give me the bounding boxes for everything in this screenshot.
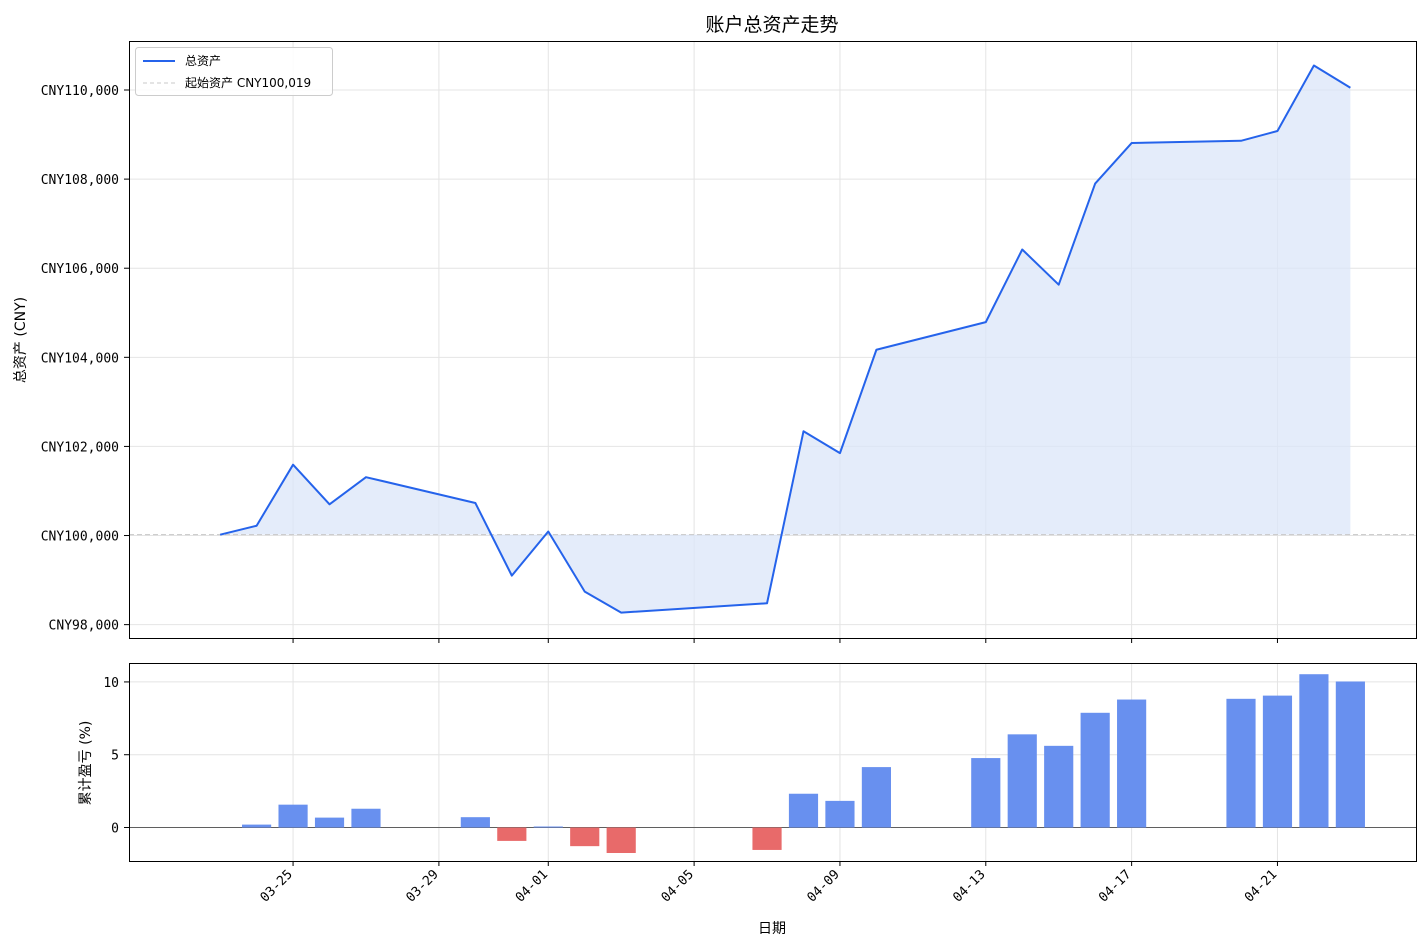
bottom-y-axis-label: 累计盈亏 (%) <box>78 721 94 806</box>
bottom-x-tick-label: 04-01 <box>513 867 551 905</box>
top-y-tick-label: CNY100,000 <box>41 530 119 545</box>
bottom-x-tick-label: 04-09 <box>804 867 842 905</box>
pnl-bar <box>1299 674 1329 828</box>
pnl-bar <box>606 827 636 853</box>
bottom-x-ticks: 03-25 03-29 04-01 04-05 04-09 04-13 04-17 04-21 <box>258 861 1280 906</box>
bottom-x-tick-label: 04-13 <box>950 867 988 905</box>
bottom-x-tick-label: 04-17 <box>1096 867 1134 905</box>
pnl-bar <box>1044 745 1074 828</box>
top-y-tick-label: CNY104,000 <box>41 351 119 366</box>
pnl-bar <box>825 800 855 828</box>
pnl-bar <box>1335 681 1365 828</box>
bottom-y-tick-label: 10 <box>103 676 119 691</box>
pnl-bar <box>533 826 563 828</box>
bottom-x-tick-label: 03-29 <box>403 867 441 905</box>
top-y-tick-label: CNY108,000 <box>41 173 119 188</box>
bottom-y-ticks: 0 5 10 <box>103 676 129 837</box>
pnl-bar <box>1117 699 1147 828</box>
pnl-bar <box>1226 698 1256 828</box>
figure: 账户总资产走势 CNY98,000CNY100,000CNY102,000CNY… <box>13 14 1417 937</box>
pnl-bar <box>497 827 527 841</box>
top-y-tick-label: CNY106,000 <box>41 262 119 277</box>
pnl-bar <box>788 793 819 828</box>
bottom-x-tick-label: 04-21 <box>1242 867 1280 905</box>
legend: 总资产 起始资产 CNY100,019 <box>135 47 333 96</box>
pnl-bar <box>570 827 600 847</box>
chart-title: 账户总资产走势 <box>705 14 838 36</box>
bottom-y-tick-label: 5 <box>111 749 119 764</box>
top-y-ticks: CNY98,000 CNY100,000 CNY102,000 CNY104,000 C… <box>41 84 129 634</box>
pnl-bar <box>351 808 381 828</box>
pnl-bar <box>1007 734 1037 828</box>
pnl-bar <box>1262 695 1293 828</box>
pnl-bar <box>278 804 308 828</box>
top-y-axis-label: 总资产 (CNY) <box>13 297 29 383</box>
top-y-tick-label: CNY98,000 <box>49 619 119 634</box>
bottom-x-tick-label: 03-25 <box>258 867 296 905</box>
pnl-bar <box>314 817 345 828</box>
legend-label-assets: 总资产 <box>185 54 221 68</box>
x-axis-label: 日期 <box>758 921 786 937</box>
pnl-bar <box>1080 712 1110 828</box>
bottom-y-tick-label: 0 <box>111 822 119 837</box>
pnl-bar <box>861 767 891 828</box>
asset-fill-area <box>220 65 1351 613</box>
pnl-bars <box>242 674 1365 853</box>
bottom-x-tick-label: 04-05 <box>659 867 697 905</box>
top-y-tick-label: CNY102,000 <box>41 440 119 455</box>
pnl-bar <box>460 817 490 828</box>
top-y-tick-label: CNY110,000 <box>41 84 119 99</box>
legend-label-baseline: 起始资产 CNY100,019 <box>185 76 311 90</box>
pnl-bar <box>242 824 272 828</box>
pnl-bar <box>752 827 782 850</box>
pnl-bar <box>971 758 1001 828</box>
